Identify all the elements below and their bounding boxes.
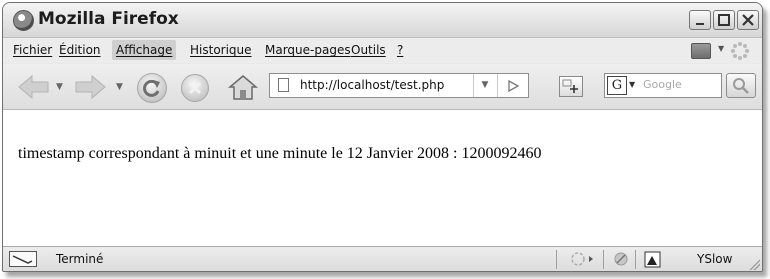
menu-historique[interactable]: Historique <box>186 40 256 60</box>
menu-outils[interactable]: Outils <box>347 40 390 60</box>
maximize-icon <box>718 14 730 26</box>
menu-bar: Fichier Édition Affichage Historique Mar… <box>3 38 762 63</box>
search-engine-icon[interactable]: G <box>607 76 627 95</box>
status-divider <box>556 250 557 269</box>
minimize-button[interactable] <box>689 10 711 30</box>
firefox-logo-icon <box>13 10 34 31</box>
url-bar[interactable]: http://localhost/test.php ▼ <box>269 73 529 98</box>
page-text: timestamp correspondant à minuit et une … <box>18 145 542 162</box>
back-dropdown-icon[interactable]: ▼ <box>56 82 63 92</box>
status-divider <box>603 250 604 269</box>
plus-icon <box>562 79 578 93</box>
status-divider <box>635 250 636 269</box>
reload-button[interactable] <box>137 73 167 103</box>
magnifier-icon <box>733 78 749 94</box>
home-icon[interactable] <box>227 72 259 102</box>
status-text: Terminé <box>56 252 104 266</box>
search-input[interactable]: Google <box>643 78 682 91</box>
menu-fichier[interactable]: Fichier <box>9 40 56 60</box>
connection-status-icon <box>9 251 37 267</box>
page-icon <box>278 78 289 92</box>
url-history-dropdown[interactable]: ▼ <box>473 74 496 97</box>
yslow-label[interactable]: YSlow <box>697 252 732 266</box>
search-bar[interactable]: G ▼ Google <box>604 73 722 98</box>
close-button[interactable] <box>737 10 759 30</box>
download-status-icon[interactable] <box>569 251 597 268</box>
maximize-button[interactable] <box>713 10 735 30</box>
yslow-icon[interactable] <box>643 250 663 269</box>
browser-window: Mozilla Firefox Fichier Édition Affichag… <box>2 2 763 272</box>
blocked-icon[interactable] <box>612 251 630 268</box>
cable-icon <box>12 255 33 264</box>
stop-button[interactable] <box>181 74 209 102</box>
title-bar: Mozilla Firefox <box>3 3 762 38</box>
minimize-icon <box>696 23 704 25</box>
add-bookmark-icon[interactable] <box>559 76 583 97</box>
forward-arrow-icon[interactable] <box>73 72 109 102</box>
go-button[interactable] <box>497 74 528 97</box>
chevron-down-icon[interactable]: ▼ <box>718 44 724 53</box>
stop-icon <box>188 81 202 95</box>
page-content: timestamp correspondant à minuit et une … <box>3 110 762 246</box>
navigation-toolbar: ▼ ▼ http://localhost/test.php ▼ G ▼ Goog… <box>3 64 762 110</box>
throbber-icon <box>731 42 749 60</box>
menu-marque-pages[interactable]: Marque-pages <box>261 40 355 60</box>
menu-help[interactable]: ? <box>393 40 407 60</box>
go-arrow-icon <box>508 79 520 93</box>
window-title: Mozilla Firefox <box>38 9 179 29</box>
menu-affichage[interactable]: Affichage <box>112 40 177 60</box>
search-button[interactable] <box>726 73 756 98</box>
close-icon <box>742 14 754 26</box>
forward-dropdown-icon[interactable]: ▼ <box>116 82 123 92</box>
resize-grip-icon[interactable] <box>748 258 760 270</box>
reload-icon <box>143 79 160 97</box>
menu-edition[interactable]: Édition <box>55 40 105 60</box>
search-engine-dropdown-icon[interactable]: ▼ <box>629 80 635 89</box>
back-arrow-icon[interactable] <box>15 72 51 102</box>
url-input[interactable]: http://localhost/test.php <box>300 78 444 92</box>
status-bar: Terminé YSlow <box>3 246 762 271</box>
screen-icon[interactable] <box>691 43 711 59</box>
